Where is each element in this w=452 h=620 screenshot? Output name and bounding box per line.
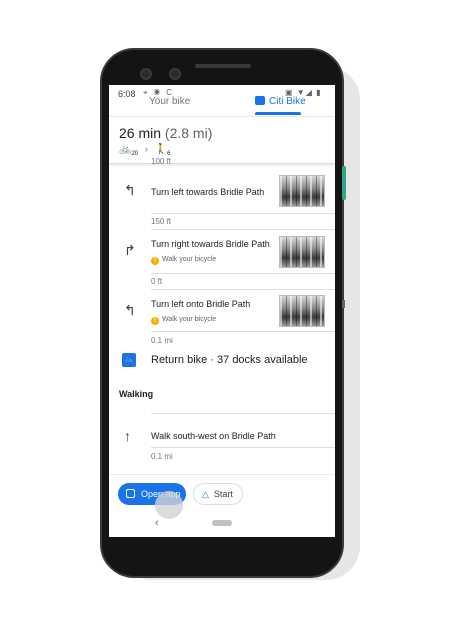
route-summary[interactable]: 26 min (2.8 mi) 🚲20 › 🚶6 bbox=[109, 116, 335, 164]
step-instruction[interactable]: Turn right towards Bridle Path bbox=[151, 239, 270, 249]
power-button bbox=[342, 166, 346, 200]
step-distance: 150 ft bbox=[151, 217, 172, 226]
bottom-action-bar: Open app △Start ‹ bbox=[109, 474, 335, 537]
start-label: Start bbox=[213, 489, 233, 499]
divider bbox=[151, 447, 335, 448]
divider bbox=[151, 213, 335, 214]
chevron-right-icon: › bbox=[144, 144, 148, 154]
front-camera bbox=[140, 68, 152, 80]
step-warning: ! Walk your bicycle bbox=[151, 316, 216, 325]
turn-left-icon: ↰ bbox=[124, 302, 136, 318]
route-modes: 🚲20 › 🚶6 bbox=[119, 144, 171, 157]
step-instruction[interactable]: Turn left towards Bridle Path bbox=[151, 187, 264, 197]
warning-text: Walk your bicycle bbox=[162, 316, 217, 323]
bike-dock-icon: 🚲 bbox=[122, 353, 136, 367]
warning-icon: ! bbox=[151, 317, 159, 325]
volume-button bbox=[342, 300, 345, 308]
divider bbox=[151, 229, 335, 230]
step-distance: 0.1 mi bbox=[151, 452, 173, 461]
route-duration: 26 min bbox=[119, 125, 162, 141]
status-time: 6:08 bbox=[118, 89, 136, 99]
step-instruction[interactable]: Walk south-west on Bridle Path bbox=[151, 431, 276, 441]
navigation-arrow-icon: △ bbox=[202, 489, 209, 499]
turn-left-icon: ↰ bbox=[124, 182, 136, 198]
bicycle-icon: 🚲 bbox=[119, 144, 132, 155]
route-duration-line: 26 min (2.8 mi) bbox=[119, 125, 212, 141]
earpiece-speaker bbox=[195, 64, 251, 68]
divider bbox=[151, 331, 335, 332]
home-pill[interactable] bbox=[212, 520, 232, 526]
warning-text: Walk your bicycle bbox=[162, 256, 217, 263]
status-bar: 6:08 ⌖ ◉ C ▣ ▼◢ ▮ bbox=[109, 85, 335, 105]
turn-right-icon: ↱ bbox=[124, 242, 136, 258]
street-view-thumbnail[interactable] bbox=[279, 236, 325, 268]
step-distance: 0 ft bbox=[151, 277, 163, 286]
start-button[interactable]: △ Start bbox=[193, 483, 243, 505]
straight-arrow-icon: ↑ bbox=[124, 428, 131, 444]
bike-minutes: 20 bbox=[131, 151, 139, 157]
open-app-icon bbox=[126, 489, 135, 498]
step-warning: ! Walk your bicycle bbox=[151, 256, 216, 265]
step-instruction[interactable]: Turn left onto Bridle Path bbox=[151, 299, 250, 309]
front-sensor bbox=[169, 68, 181, 80]
back-icon[interactable]: ‹ bbox=[155, 517, 159, 529]
divider bbox=[151, 413, 335, 414]
walking-icon: 🚶 bbox=[154, 144, 168, 155]
touch-ripple bbox=[155, 491, 183, 519]
divider bbox=[151, 273, 335, 274]
return-bike-text[interactable]: Return bike · 37 docks available bbox=[151, 354, 308, 366]
divider bbox=[151, 289, 335, 290]
system-status-icons: ▣ ▼◢ ▮ bbox=[285, 88, 322, 97]
step-distance: 0.1 mi bbox=[151, 336, 173, 345]
active-tab-indicator bbox=[255, 112, 301, 115]
phone-screen: Your bike Citi Bike 6:08 ⌖ ◉ C ▣ ▼◢ ▮ 26… bbox=[109, 85, 335, 537]
walking-heading: Walking bbox=[119, 389, 154, 399]
warning-icon: ! bbox=[151, 257, 159, 265]
street-view-thumbnail[interactable] bbox=[279, 295, 325, 327]
route-distance: (2.8 mi) bbox=[164, 125, 213, 141]
street-view-thumbnail[interactable] bbox=[279, 175, 325, 207]
step-distance: 100 ft bbox=[151, 157, 172, 166]
notification-icons: ⌖ ◉ C bbox=[143, 88, 175, 97]
